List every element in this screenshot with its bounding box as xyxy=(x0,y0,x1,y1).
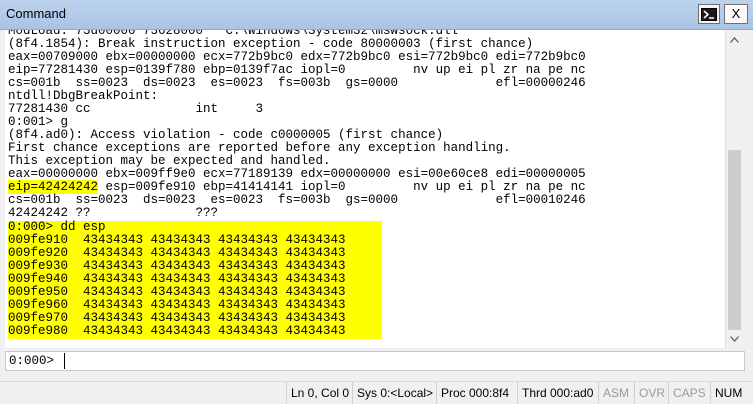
command-prompt: 0:000> xyxy=(9,354,55,368)
window-title-bar: Command X xyxy=(0,0,753,30)
scroll-thumb[interactable] xyxy=(728,150,741,330)
command-input-row: 0:000> xyxy=(5,351,745,371)
memory-row: 009fe980 43434343 43434343 43434343 4343… xyxy=(8,324,346,338)
command-prompt-icon xyxy=(701,7,717,21)
cmd-window-button[interactable] xyxy=(698,4,720,24)
window-frame-edge xyxy=(743,30,753,348)
status-proc: Proc 000:8f4 xyxy=(436,382,517,404)
status-caps: CAPS xyxy=(668,382,710,404)
status-thrd: Thrd 000:ad0 xyxy=(517,382,598,404)
chevron-down-icon xyxy=(730,335,739,342)
window-title: Command xyxy=(6,6,66,21)
output-line: 42424242 ?? ??? xyxy=(8,206,219,220)
vertical-scrollbar[interactable] xyxy=(725,30,743,348)
close-button[interactable]: X xyxy=(724,4,748,24)
command-output[interactable]: ModLoad: 73d00000 73628000 C:\Windows\Sy… xyxy=(5,30,725,348)
scroll-down-button[interactable] xyxy=(726,330,743,347)
scroll-up-button[interactable] xyxy=(726,31,743,48)
chevron-up-icon xyxy=(730,36,739,43)
close-icon: X xyxy=(731,6,741,21)
eip-highlight: eip=42424242 xyxy=(8,180,99,194)
status-num: NUM xyxy=(710,382,753,404)
status-ovr: OVR xyxy=(634,382,668,404)
eip-line-rest: esp=009fe910 ebp=41414141 iopl=0 nv up e… xyxy=(98,180,586,194)
status-position: Ln 0, Col 0 xyxy=(286,382,352,404)
command-input[interactable] xyxy=(64,353,735,369)
status-sys: Sys 0:<Local> xyxy=(352,382,436,404)
status-bar: Ln 0, Col 0 Sys 0:<Local> Proc 000:8f4 T… xyxy=(0,381,753,404)
status-asm: ASM xyxy=(598,382,634,404)
